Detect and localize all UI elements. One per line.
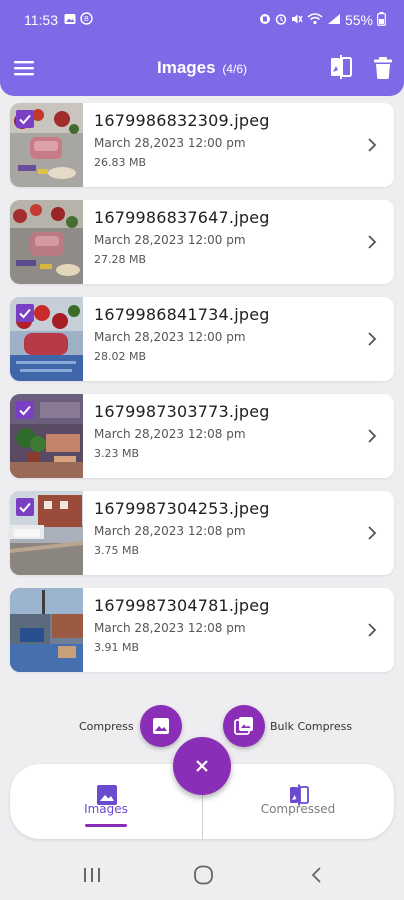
tab-images-label: Images [84, 802, 128, 816]
compare-icon[interactable] [328, 54, 354, 80]
delete-icon[interactable] [372, 56, 394, 80]
selection-checkbox[interactable] [16, 110, 34, 128]
image-file-name: 1679986841734.jpeg [94, 305, 270, 324]
tab-images[interactable]: Images [10, 764, 202, 839]
wifi-calling-icon [259, 13, 271, 28]
close-icon [196, 760, 208, 772]
chevron-right-icon [366, 137, 378, 153]
image-date: March 28,2023 12:00 pm [94, 233, 246, 247]
image-list-item[interactable]: 1679986832309.jpeg March 28,2023 12:00 p… [10, 103, 394, 187]
bulk-compress-button[interactable] [223, 705, 265, 747]
chevron-right-icon [366, 622, 378, 638]
compress-button[interactable] [140, 705, 182, 747]
image-file-size: 27.28 MB [94, 253, 147, 266]
wifi-icon [307, 12, 323, 28]
page-title-text: Images [156, 58, 216, 77]
active-tab-indicator [85, 824, 127, 827]
image-date: March 28,2023 12:08 pm [94, 621, 246, 635]
image-list-item[interactable]: 1679987304781.jpeg March 28,2023 12:08 p… [10, 588, 394, 672]
image-file-size: 3.91 MB [94, 641, 140, 654]
compress-label: Compress [79, 720, 134, 733]
battery-icon [377, 11, 386, 29]
selection-checkbox[interactable] [16, 401, 34, 419]
image-file-name: 1679986832309.jpeg [94, 111, 270, 130]
image-file-name: 1679987303773.jpeg [94, 402, 270, 421]
notification-badge-icon: B [80, 12, 93, 28]
image-file-size: 28.02 MB [94, 350, 147, 363]
alarm-icon [275, 13, 287, 28]
image-list-item[interactable]: 1679987303773.jpeg March 28,2023 12:08 p… [10, 394, 394, 478]
image-list-item[interactable]: 1679987304253.jpeg March 28,2023 12:08 p… [10, 491, 394, 575]
selection-count: (4/6) [222, 62, 247, 76]
signal-icon [327, 13, 341, 28]
status-bar: 11:53 B 55% [0, 0, 404, 40]
image-list-item[interactable]: 1679986841734.jpeg March 28,2023 12:00 p… [10, 297, 394, 381]
app-bar: Images (4/6) [0, 44, 404, 92]
image-icon [153, 718, 169, 734]
image-file-name: 1679987304781.jpeg [94, 596, 270, 615]
status-icons: 55% [259, 11, 386, 29]
image-date: March 28,2023 12:08 pm [94, 524, 246, 538]
image-file-size: 3.23 MB [94, 447, 140, 460]
bulk-compress-label: Bulk Compress [270, 720, 353, 733]
chevron-right-icon [366, 525, 378, 541]
image-date: March 28,2023 12:08 pm [94, 427, 246, 441]
tab-compressed[interactable]: Compressed [202, 764, 394, 839]
close-fab-button[interactable] [173, 737, 231, 795]
image-date: March 28,2023 12:00 pm [94, 330, 246, 344]
image-list: 1679986832309.jpeg March 28,2023 12:00 p… [10, 103, 394, 685]
back-icon[interactable] [306, 865, 330, 885]
chevron-right-icon [366, 234, 378, 250]
status-time: 11:53 [24, 12, 58, 28]
top-app-bar: 11:53 B 55% Images (4/6) [0, 0, 404, 96]
selection-checkbox[interactable] [16, 304, 34, 322]
image-file-name: 1679987304253.jpeg [94, 499, 270, 518]
battery-percent: 55% [344, 12, 373, 28]
image-stack-icon [234, 717, 253, 735]
gallery-notification-icon [64, 13, 76, 28]
image-file-size: 26.83 MB [94, 156, 147, 169]
home-icon[interactable] [192, 865, 216, 885]
mute-icon [291, 13, 303, 28]
image-list-item[interactable]: 1679986837647.jpeg March 28,2023 12:00 p… [10, 200, 394, 284]
system-navigation-bar [0, 850, 404, 900]
svg-text:B: B [84, 16, 89, 23]
image-thumbnail [10, 588, 83, 672]
recent-apps-icon[interactable] [80, 865, 104, 885]
selection-checkbox[interactable] [16, 498, 34, 516]
image-date: March 28,2023 12:00 pm [94, 136, 246, 150]
image-file-size: 3.75 MB [94, 544, 140, 557]
image-thumbnail [10, 200, 83, 284]
image-file-name: 1679986837647.jpeg [94, 208, 270, 227]
chevron-right-icon [366, 331, 378, 347]
tab-compressed-label: Compressed [260, 802, 336, 816]
chevron-right-icon [366, 428, 378, 444]
